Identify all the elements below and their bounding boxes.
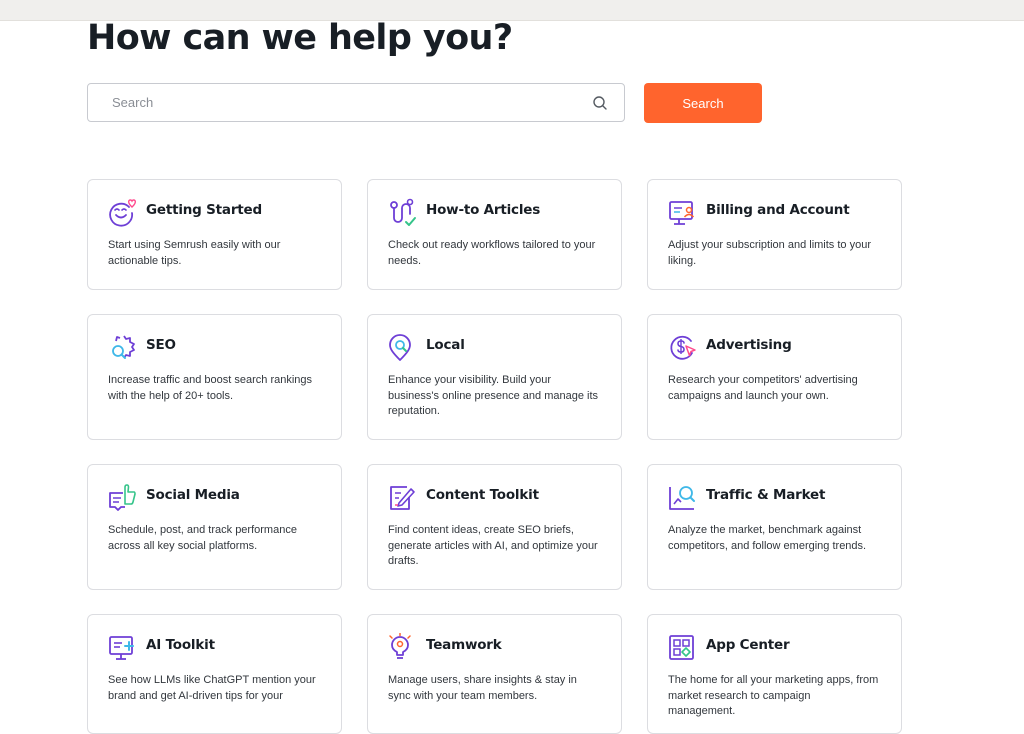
card-description: Enhance your visibility. Build your busi… xyxy=(388,374,599,417)
card-description: Schedule, post, and track performance ac… xyxy=(108,524,297,552)
category-card-seo[interactable]: SEO Increase traffic and boost search ra… xyxy=(87,314,342,440)
card-description: Find content ideas, create SEO briefs, g… xyxy=(388,524,598,567)
card-description: Manage users, share insights & stay in s… xyxy=(388,674,577,702)
card-title: Advertising xyxy=(706,337,792,353)
card-description: Increase traffic and boost search rankin… xyxy=(108,374,313,402)
card-description: Adjust your subscription and limits to y… xyxy=(668,239,871,267)
search-icon[interactable] xyxy=(592,95,608,111)
billing-account-icon xyxy=(669,201,695,225)
category-card-ai-toolkit[interactable]: AI Toolkit See how LLMs like ChatGPT men… xyxy=(87,614,342,734)
category-card-advertising[interactable]: Advertising Research your competitors' a… xyxy=(647,314,902,440)
lightbulb-people-icon xyxy=(389,633,411,659)
category-card-social-media[interactable]: Social Media Schedule, post, and track p… xyxy=(87,464,342,590)
thumbs-up-document-icon xyxy=(109,484,136,511)
category-card-traffic-and-market[interactable]: Traffic & Market Analyze the market, ben… xyxy=(647,464,902,590)
card-title: Teamwork xyxy=(426,637,502,653)
card-title: SEO xyxy=(146,337,176,353)
category-card-billing-and-account[interactable]: Billing and Account Adjust your subscrip… xyxy=(647,179,902,290)
card-title: Content Toolkit xyxy=(426,487,539,503)
card-title: Local xyxy=(426,337,465,353)
smiley-heart-icon xyxy=(109,199,137,227)
category-card-local[interactable]: Local Enhance your visibility. Build you… xyxy=(367,314,622,440)
workflow-path-icon xyxy=(390,198,416,226)
card-title: How-to Articles xyxy=(426,202,541,218)
card-description: Start using Semrush easily with our acti… xyxy=(108,239,281,267)
content-pen-icon xyxy=(390,486,415,510)
chart-magnifier-icon xyxy=(669,486,695,510)
card-title: AI Toolkit xyxy=(146,637,215,653)
search-box[interactable] xyxy=(87,83,625,122)
card-title: Traffic & Market xyxy=(706,487,826,503)
category-card-app-center[interactable]: App Center The home for all your marketi… xyxy=(647,614,902,734)
search-input[interactable] xyxy=(100,84,592,121)
map-pin-search-icon xyxy=(389,334,411,361)
page-title: How can we help you? xyxy=(87,18,513,58)
card-description: The home for all your marketing apps, fr… xyxy=(668,674,879,717)
dollar-cursor-icon xyxy=(670,335,696,360)
category-card-teamwork[interactable]: Teamwork Manage users, share insights & … xyxy=(367,614,622,734)
category-card-getting-started[interactable]: Getting Started Start using Semrush easi… xyxy=(87,179,342,290)
ai-monitor-icon xyxy=(109,636,134,660)
card-title: Getting Started xyxy=(146,202,262,218)
search-button[interactable]: Search xyxy=(644,83,762,123)
card-title: App Center xyxy=(706,637,790,653)
card-description: Analyze the market, benchmark against co… xyxy=(668,524,867,552)
card-title: Social Media xyxy=(146,487,240,503)
category-card-content-toolkit[interactable]: Content Toolkit Find content ideas, crea… xyxy=(367,464,622,590)
card-title: Billing and Account xyxy=(706,202,850,218)
seo-gear-search-icon xyxy=(112,335,135,359)
category-card-how-to-articles[interactable]: How-to Articles Check out ready workflow… xyxy=(367,179,622,290)
card-description: See how LLMs like ChatGPT mention your b… xyxy=(108,674,316,702)
card-description: Research your competitors' advertising c… xyxy=(668,374,858,402)
card-description: Check out ready workflows tailored to yo… xyxy=(388,239,596,267)
app-grid-icon xyxy=(669,635,694,660)
